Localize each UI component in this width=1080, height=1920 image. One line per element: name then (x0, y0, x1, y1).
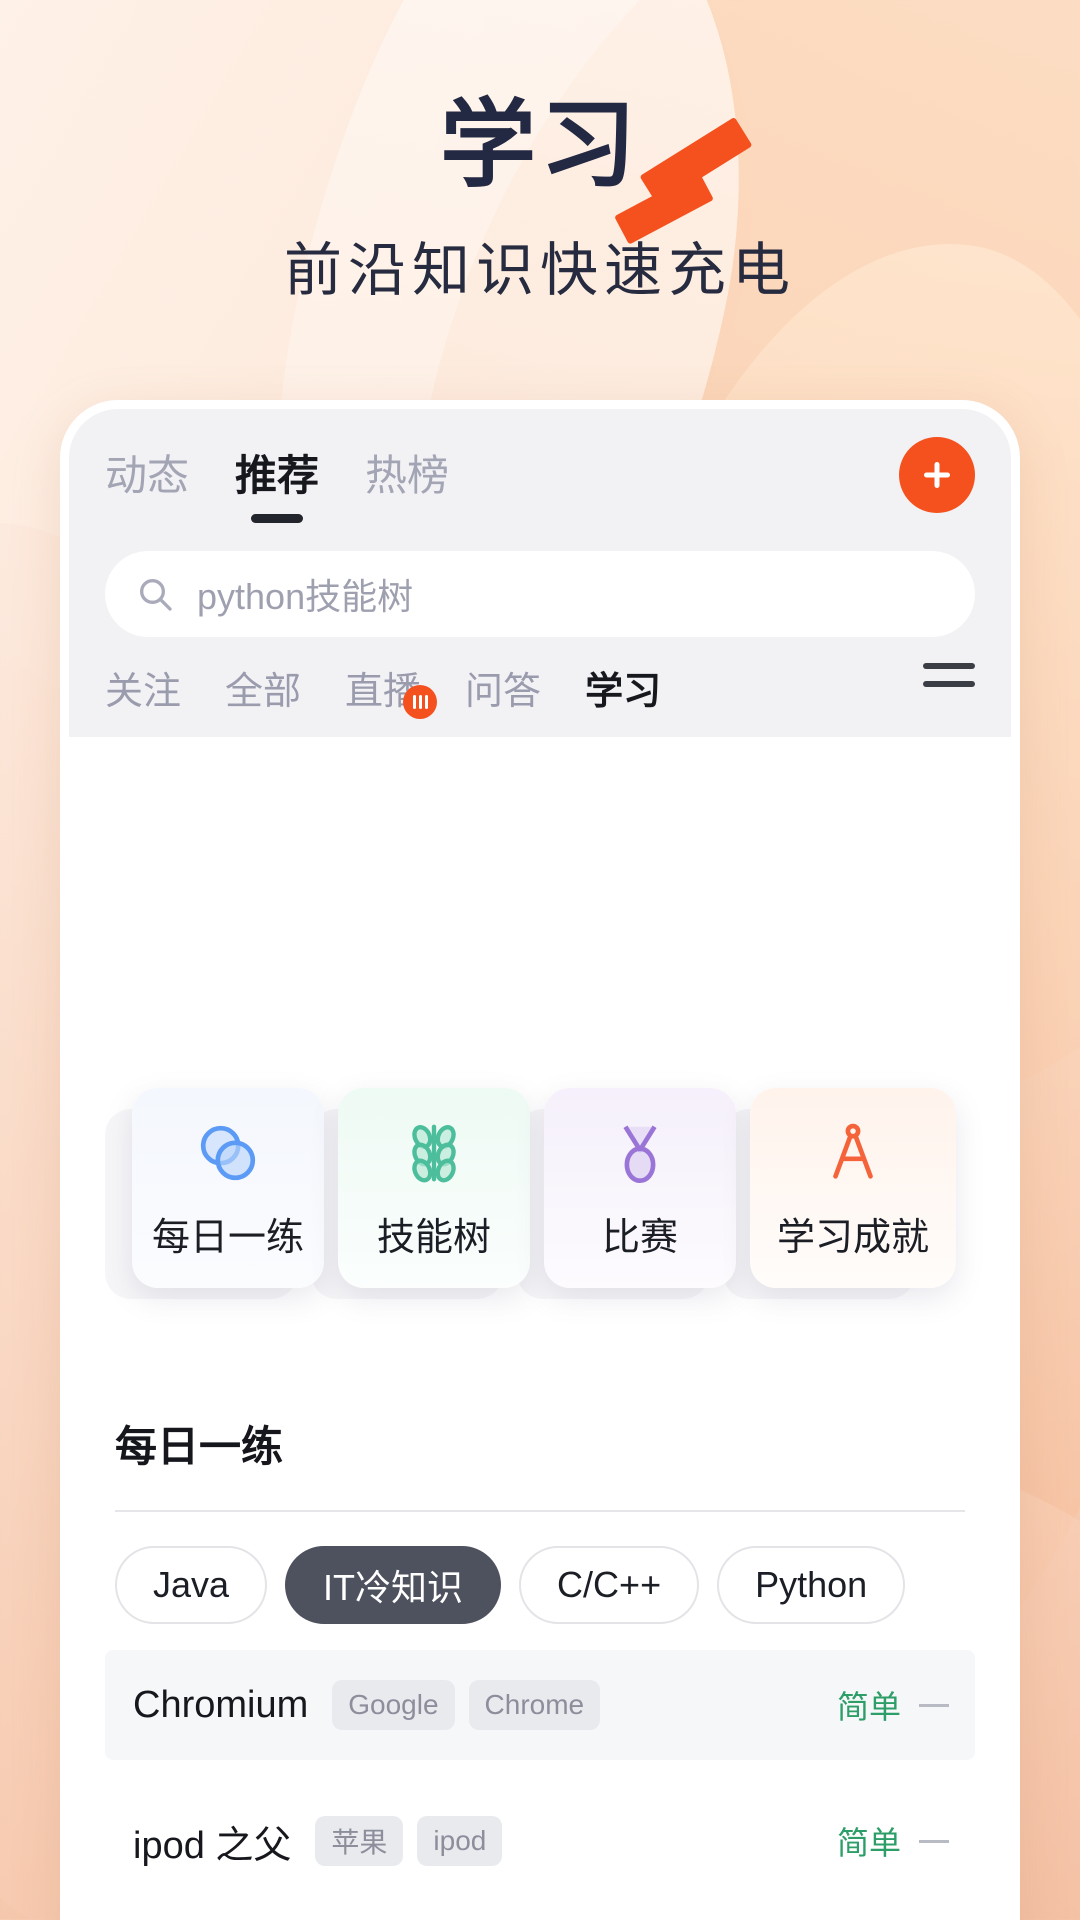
top-tab-tuijian[interactable]: 推荐 (235, 442, 319, 509)
chip-it-cold-knowledge[interactable]: IT冷知识 (285, 1546, 502, 1624)
filter-tab-bar: 关注 全部 直播 问答 学习 (105, 637, 975, 737)
compass-icon (818, 1114, 888, 1192)
live-icon (403, 684, 438, 719)
row-tag: Google (332, 1680, 455, 1730)
feature-card-label: 比赛 (601, 1217, 678, 1259)
top-tab-dongtai[interactable]: 动态 (105, 442, 189, 509)
compose-add-button[interactable] (899, 437, 975, 513)
app-header: 动态 推荐 热榜 python技能树 关注 全部 直播 问答 学习 (69, 409, 1011, 737)
medal-icon (605, 1114, 675, 1192)
poster-title-text: 学习 (440, 92, 640, 199)
feature-card-daily-practice[interactable]: 每日一练 (132, 1088, 324, 1288)
row-tag: Chrome (468, 1680, 601, 1730)
poster-title: 学习 (440, 95, 753, 245)
poster-subtitle: 前沿知识快速充电 (283, 237, 796, 303)
add-icon (924, 462, 950, 488)
row-dash-icon (919, 1839, 949, 1843)
hamburger-menu-icon[interactable] (923, 663, 975, 687)
row-meta: 简单 (837, 1818, 949, 1864)
feature-card-skill-tree[interactable]: 技能树 (338, 1088, 530, 1288)
row-title: Chromium (133, 1683, 309, 1726)
row-difficulty: 简单 (836, 1689, 901, 1725)
wheat-tree-icon (399, 1114, 469, 1192)
filter-tab-xuexi[interactable]: 学习 (585, 660, 661, 715)
app-content: 每日一练 Java IT冷知识 C/C++ Python Chromium Go… (69, 1309, 1011, 1920)
row-dash-icon (919, 1703, 949, 1707)
chip-python[interactable]: Python (717, 1546, 906, 1624)
search-placeholder-text: python技能树 (197, 576, 414, 617)
feature-card-label: 每日一练 (151, 1217, 304, 1259)
filter-tab-quanbu[interactable]: 全部 (225, 660, 301, 715)
top-tab-bar: 动态 推荐 热榜 (105, 431, 975, 519)
search-input[interactable]: python技能树 (105, 551, 975, 637)
row-tag: ipod (417, 1816, 503, 1866)
feature-card-achievement[interactable]: 学习成就 (750, 1088, 956, 1288)
chip-java[interactable]: Java (115, 1546, 268, 1624)
filter-tab-guanzhu[interactable]: 关注 (105, 660, 181, 715)
feature-card-label: 技能树 (376, 1217, 491, 1259)
filter-tab-wenda[interactable]: 问答 (465, 660, 541, 715)
search-icon (135, 574, 175, 614)
row-title: ipod 之父 (133, 1824, 292, 1867)
overlapping-circles-icon (193, 1114, 263, 1192)
row-tag: 苹果 (315, 1816, 404, 1866)
feature-card-label: 学习成就 (776, 1217, 929, 1259)
chip-c-cpp[interactable]: C/C++ (519, 1546, 700, 1624)
feature-card-competition[interactable]: 比赛 (544, 1088, 736, 1288)
table-row[interactable]: ipod 之父 苹果 ipod 简单 (105, 1786, 975, 1896)
filter-tab-zhibo[interactable]: 直播 (345, 660, 438, 719)
feature-card-row: 每日一练 技能树 比赛 学习成就 (96, 1088, 976, 1288)
section-title-daily-practice: 每日一练 (115, 1423, 284, 1470)
top-tab-rebang[interactable]: 热榜 (365, 442, 449, 509)
category-chip-row: Java IT冷知识 C/C++ Python (105, 1512, 975, 1624)
row-meta: 简单 (837, 1682, 949, 1728)
table-row[interactable]: Chromium Google Chrome 简单 (105, 1650, 975, 1760)
poster-headline: 学习 前沿知识快速充电 (0, 95, 1080, 307)
row-difficulty: 简单 (836, 1825, 901, 1861)
